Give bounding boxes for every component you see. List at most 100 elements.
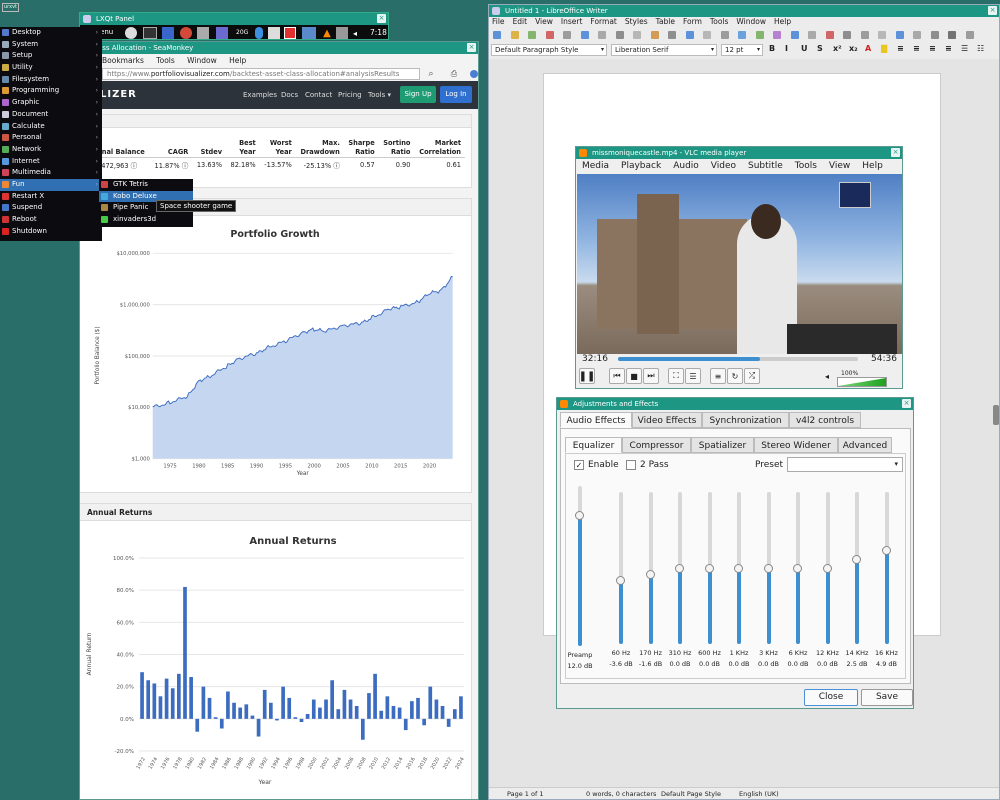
- menu-item-filesystem[interactable]: Filesystem ›: [0, 74, 102, 86]
- monitor-icon[interactable]: [216, 27, 228, 39]
- next-icon[interactable]: ⏭: [643, 368, 659, 384]
- toolbar-button-icon[interactable]: [685, 31, 694, 39]
- toolbar-button-icon[interactable]: [860, 31, 869, 39]
- menu-item-fun[interactable]: Fun ›: [0, 178, 102, 191]
- close-icon[interactable]: ×: [902, 399, 911, 408]
- vlc-menu-playback[interactable]: Playback: [621, 161, 661, 171]
- login-button[interactable]: Log In: [440, 86, 472, 103]
- file-manager-icon[interactable]: [162, 27, 174, 39]
- toolbar-button-icon[interactable]: [528, 31, 536, 39]
- subtab-spatializer[interactable]: Spatializer: [691, 437, 754, 453]
- subtab-advanced[interactable]: Advanced: [838, 437, 892, 453]
- menu-item-restart-x[interactable]: Restart X: [0, 191, 102, 203]
- bold-icon[interactable]: B: [769, 44, 775, 53]
- tab-synchronization[interactable]: Synchronization: [702, 412, 789, 428]
- preset-select[interactable]: ▾: [787, 457, 903, 472]
- menu-table[interactable]: Table: [656, 17, 675, 26]
- align-center-icon[interactable]: ≡: [913, 44, 920, 53]
- paragraph-style-select[interactable]: Default Paragraph Style ▾: [491, 44, 607, 56]
- toolbar-button-icon[interactable]: [668, 31, 676, 39]
- menu-insert[interactable]: Insert: [561, 17, 583, 26]
- menu-file[interactable]: File: [492, 17, 505, 26]
- vertical-scrollbar[interactable]: [993, 405, 999, 425]
- vlc-menu-help[interactable]: Help: [862, 161, 883, 171]
- slider-handle[interactable]: [675, 564, 684, 573]
- shuffle-icon[interactable]: ⤮: [744, 368, 760, 384]
- submenu-item-xinvaders3d[interactable]: xinvaders3d: [99, 214, 193, 226]
- record-icon[interactable]: [284, 27, 296, 39]
- two-pass-checkbox[interactable]: [626, 460, 636, 470]
- menu-item-suspend[interactable]: Suspend: [0, 202, 102, 214]
- toolbar-button-icon[interactable]: [808, 31, 816, 39]
- save-button[interactable]: Save: [861, 689, 913, 706]
- superscript-icon[interactable]: x²: [833, 44, 842, 53]
- vlc-menu-subtitle[interactable]: Subtitle: [748, 161, 783, 171]
- search-icon[interactable]: ⌕: [426, 69, 436, 79]
- menu-styles[interactable]: Styles: [625, 17, 648, 26]
- speaker-icon[interactable]: ◂: [825, 372, 829, 381]
- status-language[interactable]: English (UK): [739, 788, 779, 799]
- menu-form[interactable]: Form: [683, 17, 702, 26]
- toolbar-button-icon[interactable]: [913, 31, 921, 39]
- menu-format[interactable]: Format: [590, 17, 616, 26]
- url-bar[interactable]: https://www.portfoliovisualizer.com/back…: [102, 68, 420, 80]
- align-left-icon[interactable]: ≡: [897, 44, 904, 53]
- toolbar-button-icon[interactable]: [773, 31, 781, 39]
- close-button[interactable]: Close: [804, 689, 858, 706]
- settings-icon[interactable]: [197, 27, 209, 39]
- menu-item-desktop[interactable]: Desktop ›: [0, 27, 102, 39]
- toolbar-button-icon[interactable]: [510, 31, 519, 39]
- toolbar-button-icon[interactable]: [580, 31, 589, 39]
- subscript-icon[interactable]: x₂: [849, 44, 858, 53]
- menu-bookmarks[interactable]: Bookmarks: [102, 56, 144, 65]
- menu-item-personal[interactable]: Personal ›: [0, 132, 102, 144]
- toolbar-button-icon[interactable]: [878, 31, 886, 39]
- toolbar-button-icon[interactable]: [633, 31, 641, 39]
- toolbar-button-icon[interactable]: [650, 31, 659, 39]
- fullscreen-icon[interactable]: ⛶: [668, 368, 684, 384]
- toolbar-button-icon[interactable]: [755, 31, 764, 39]
- highlight-icon[interactable]: ▇: [881, 44, 887, 53]
- font-color-icon[interactable]: A: [865, 44, 871, 53]
- nav-tools[interactable]: Tools ▾: [368, 91, 391, 99]
- slider-handle[interactable]: [763, 564, 773, 573]
- print-icon[interactable]: ⎙: [448, 69, 460, 79]
- menu-help[interactable]: Help: [229, 56, 246, 65]
- network-icon[interactable]: [302, 27, 316, 39]
- toolbar-button-icon[interactable]: [895, 31, 904, 39]
- loop-icon[interactable]: ↻: [727, 368, 743, 384]
- previous-icon[interactable]: ⏮: [609, 368, 625, 384]
- keyboard-icon[interactable]: [336, 27, 348, 39]
- subtab-stereo-widener[interactable]: Stereo Widener: [754, 437, 838, 453]
- vlc-menu-audio[interactable]: Audio: [673, 161, 699, 171]
- menu-item-network[interactable]: Network ›: [0, 144, 102, 156]
- nav-pricing[interactable]: Pricing: [338, 91, 362, 99]
- slider-track[interactable]: [619, 492, 623, 644]
- slider-track[interactable]: [648, 492, 653, 644]
- submenu-item-gtk-tetris[interactable]: GTK Tetris: [99, 179, 193, 191]
- bluetooth-icon[interactable]: [255, 27, 263, 39]
- pause-icon[interactable]: ❚❚: [579, 368, 595, 384]
- align-right-icon[interactable]: ≡: [929, 44, 936, 53]
- vlc-menu-media[interactable]: Media: [582, 161, 609, 171]
- slider-track[interactable]: [884, 492, 889, 644]
- toolbar-button-icon[interactable]: [720, 31, 729, 39]
- toolbar-button-icon[interactable]: [545, 31, 554, 39]
- signup-button[interactable]: Sign Up: [400, 86, 436, 103]
- urxvt-launcher[interactable]: urxvt: [2, 3, 19, 12]
- playlist-icon[interactable]: ≡: [710, 368, 726, 384]
- toolbar-button-icon[interactable]: [948, 31, 956, 39]
- browser-icon[interactable]: [125, 27, 137, 39]
- toolbar-button-icon[interactable]: [703, 31, 711, 39]
- close-icon[interactable]: ×: [377, 14, 386, 23]
- stop-icon[interactable]: ■: [626, 368, 642, 384]
- paint-icon[interactable]: [180, 27, 192, 39]
- enable-checkbox[interactable]: ✓: [574, 460, 584, 470]
- menu-edit[interactable]: Edit: [513, 17, 528, 26]
- volume-icon[interactable]: ◂: [351, 27, 359, 39]
- list-icon[interactable]: ☰: [961, 44, 968, 53]
- site-logo[interactable]: LIZER: [100, 89, 137, 100]
- slider-handle[interactable]: [793, 564, 802, 573]
- close-icon[interactable]: ×: [891, 148, 900, 157]
- menu-item-document[interactable]: Document ›: [0, 109, 102, 121]
